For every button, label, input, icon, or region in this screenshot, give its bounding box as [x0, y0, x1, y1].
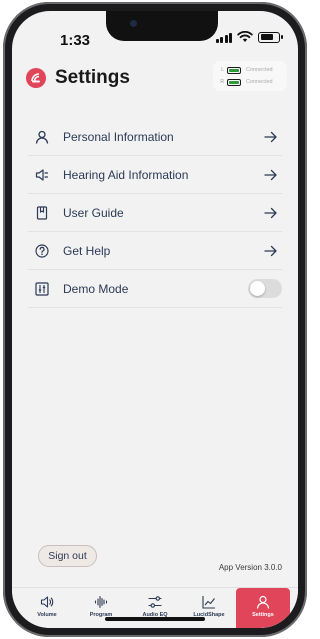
app-version: App Version 3.0.0: [218, 563, 282, 572]
tab-program[interactable]: Program: [74, 588, 128, 628]
tab-volume[interactable]: Volume: [20, 588, 74, 628]
tab-settings[interactable]: Settings: [236, 588, 290, 628]
person-icon: [256, 595, 270, 609]
tab-label: Volume: [37, 612, 57, 618]
status-time: 1:33: [60, 32, 91, 49]
demo-mode-toggle[interactable]: [248, 279, 282, 298]
speaker-icon: [35, 168, 49, 181]
connection-status-text: Connected: [246, 79, 273, 85]
connection-status-text: Connected: [246, 67, 273, 73]
menu-item-hearing-aid-information[interactable]: Hearing Aid Information: [28, 156, 282, 194]
notch: [106, 11, 218, 41]
tab-lucidshape[interactable]: LucidShape: [182, 588, 236, 628]
help-icon: [35, 243, 49, 258]
bottom-tab-bar: Volume Program Audio EQ LucidShape Setti…: [12, 587, 298, 628]
cellular-signal-icon: [215, 32, 232, 43]
connection-status-panel: L Connected R Connected: [213, 61, 287, 91]
waveform-icon: [94, 595, 108, 609]
arrow-right-icon: [264, 245, 277, 256]
home-indicator: [105, 617, 205, 621]
connection-row-left: L Connected: [218, 64, 282, 76]
chart-icon: [202, 596, 215, 609]
arrow-right-icon: [264, 131, 277, 142]
status-icons: [215, 31, 283, 43]
sign-out-button[interactable]: Sign out: [38, 545, 97, 567]
wifi-icon: [237, 31, 253, 42]
front-camera: [130, 20, 137, 27]
tab-audio-eq[interactable]: Audio EQ: [128, 588, 182, 628]
hearing-aid-battery-icon: [227, 78, 241, 86]
person-icon: [35, 130, 49, 144]
menu-item-label: Demo Mode: [63, 281, 129, 296]
arrow-right-icon: [264, 207, 277, 218]
sliders-icon: [35, 281, 49, 296]
toggle-knob: [250, 281, 265, 296]
volume-icon: [40, 596, 54, 608]
arrow-right-icon: [264, 169, 277, 180]
menu-item-label: Get Help: [63, 243, 111, 258]
menu-item-personal-information[interactable]: Personal Information: [28, 118, 282, 156]
menu-item-label: Hearing Aid Information: [63, 167, 189, 182]
connection-side-label: L: [221, 67, 224, 73]
app-logo-icon: [26, 68, 46, 88]
menu-item-label: Personal Information: [63, 129, 174, 144]
page-header: Settings: [26, 67, 130, 89]
settings-menu: Personal Information Hearing Aid Informa…: [28, 118, 282, 308]
book-icon: [36, 205, 48, 220]
hearing-aid-battery-icon: [227, 66, 241, 74]
battery-fill: [260, 34, 274, 40]
menu-item-user-guide[interactable]: User Guide: [28, 194, 282, 232]
connection-row-right: R Connected: [218, 76, 282, 88]
menu-item-label: User Guide: [63, 205, 124, 220]
screen: 1:33 Settings L Connected R Connected Pe…: [12, 11, 298, 628]
menu-item-get-help[interactable]: Get Help: [28, 232, 282, 270]
connection-side-label: R: [220, 79, 224, 85]
page-title: Settings: [55, 67, 130, 88]
phone-frame: 1:33 Settings L Connected R Connected Pe…: [3, 2, 307, 637]
tab-label: Settings: [252, 612, 274, 618]
eq-icon: [148, 596, 162, 608]
menu-item-demo-mode: Demo Mode: [28, 270, 282, 308]
battery-icon: [258, 31, 283, 43]
